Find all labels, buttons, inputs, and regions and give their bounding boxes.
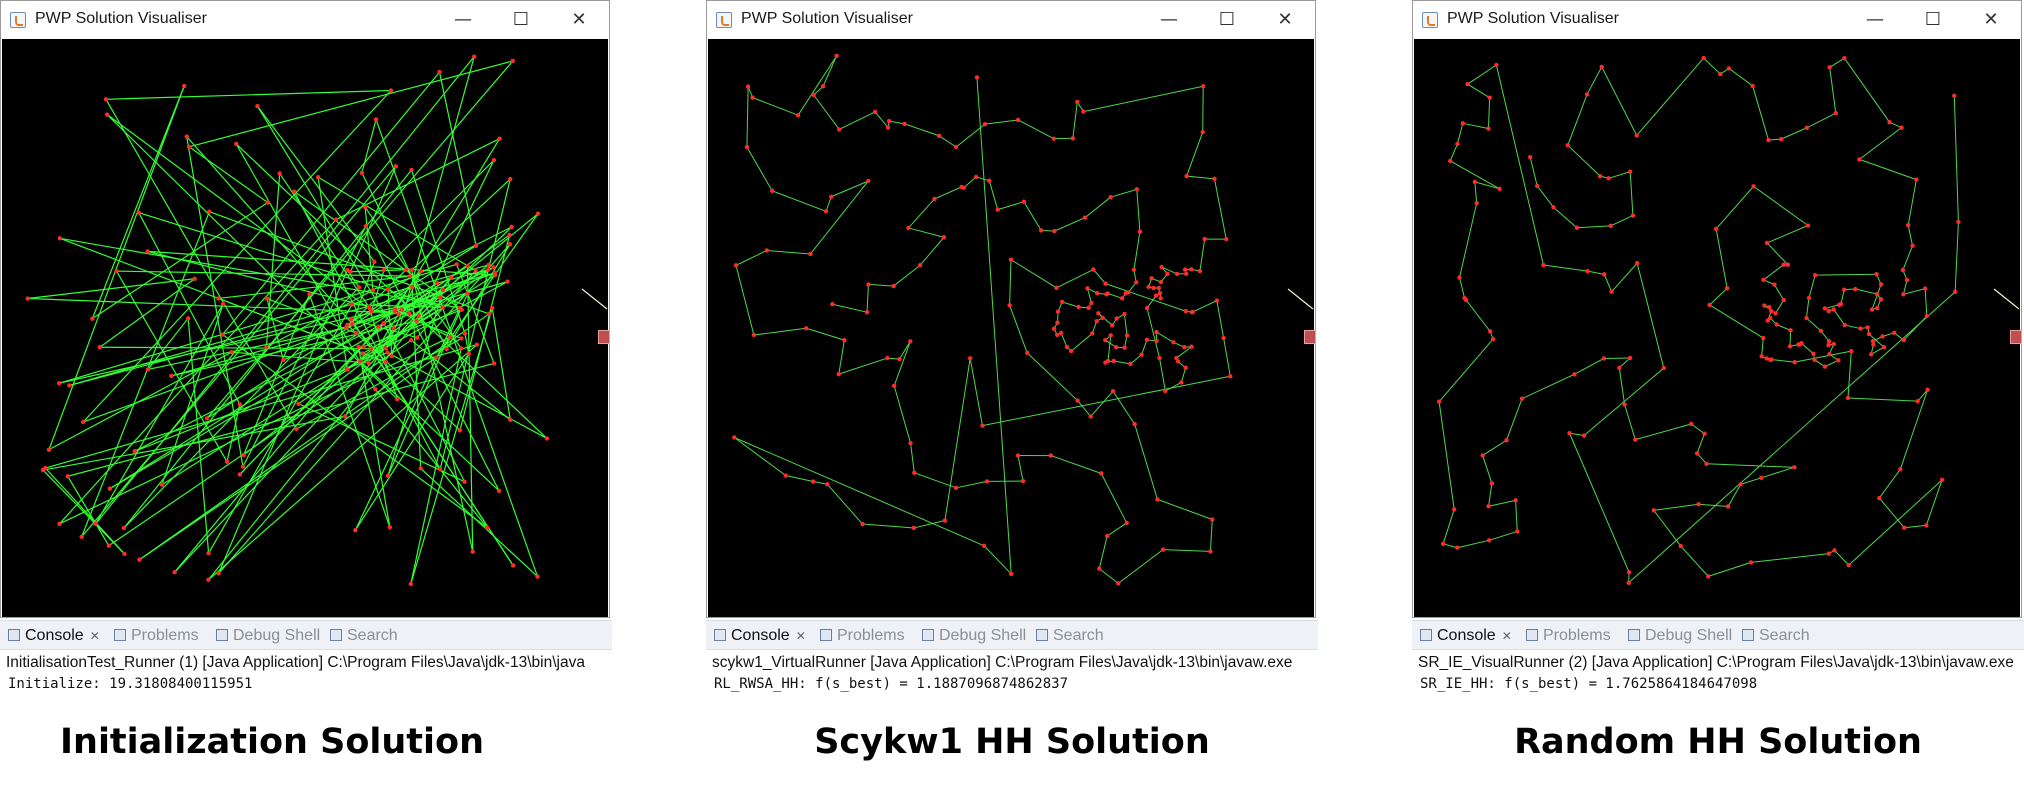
tab-label: Problems	[1543, 627, 1611, 644]
close-button[interactable]: ✕	[1971, 5, 2011, 35]
console-icon	[8, 629, 20, 641]
close-tab-icon[interactable]: ✕	[90, 629, 100, 643]
problems-icon	[1526, 629, 1538, 641]
close-tab-icon[interactable]: ✕	[1502, 629, 1512, 643]
route-plot	[732, 53, 1314, 586]
tab-label: Debug Shell	[939, 627, 1027, 644]
console-tabbar: Console ✕ Problems Debug Shell Search	[0, 620, 612, 650]
tab-label: Debug Shell	[233, 627, 321, 644]
tab-label: Console	[25, 627, 84, 644]
tab-label: Problems	[837, 627, 905, 644]
route-plot	[25, 54, 608, 587]
title-bar[interactable]: PWP Solution Visualiser — ☐ ✕	[707, 1, 1315, 39]
robot-icon	[1304, 330, 1316, 344]
console-tabbar: Console ✕ Problems Debug Shell Search	[706, 620, 1318, 650]
solution-canvas	[2, 39, 608, 617]
java-app-icon	[1422, 12, 1438, 28]
console-output-line: SR_IE_HH: f(s_best) = 1.7625864184647098	[1420, 676, 1758, 692]
console-view: Console ✕ Problems Debug Shell Search SR_…	[1412, 620, 2024, 702]
minimize-button[interactable]: —	[1855, 5, 1895, 35]
caption-initialization: Initialization Solution	[60, 722, 484, 762]
solution-canvas	[1414, 39, 2020, 617]
java-app-icon	[10, 12, 26, 28]
console-view: Console ✕ Problems Debug Shell Search scy…	[706, 620, 1318, 702]
robot-icon	[2010, 330, 2022, 344]
console-icon	[714, 629, 726, 641]
tab-label: Search	[347, 627, 398, 644]
console-launch-line: InitialisationTest_Runner (1) [Java Appl…	[6, 654, 585, 671]
debug-shell-icon	[216, 629, 228, 641]
console-icon	[1420, 629, 1432, 641]
visualiser-window: PWP Solution Visualiser — ☐ ✕	[1412, 0, 2022, 618]
java-app-icon	[716, 12, 732, 28]
tab-search[interactable]: Search	[330, 626, 398, 646]
solution-canvas	[708, 39, 1314, 617]
caption-random: Random HH Solution	[1514, 722, 1922, 762]
problems-icon	[114, 629, 126, 641]
tab-problems[interactable]: Problems	[820, 626, 905, 646]
close-tab-icon[interactable]: ✕	[796, 629, 806, 643]
window-title: PWP Solution Visualiser	[35, 10, 207, 27]
tab-label: Console	[731, 627, 790, 644]
tab-console[interactable]: Console ✕	[8, 626, 100, 646]
title-bar[interactable]: PWP Solution Visualiser — ☐ ✕	[1413, 1, 2021, 39]
tab-problems[interactable]: Problems	[1526, 626, 1611, 646]
maximize-button[interactable]: ☐	[501, 5, 541, 35]
search-icon	[1742, 629, 1754, 641]
tab-label: Search	[1759, 627, 1810, 644]
visualiser-window: PWP Solution Visualiser — ☐ ✕	[706, 0, 1316, 618]
maximize-button[interactable]: ☐	[1913, 5, 1953, 35]
title-bar[interactable]: PWP Solution Visualiser — ☐ ✕	[1, 1, 609, 39]
console-launch-line: SR_IE_VisualRunner (2) [Java Application…	[1418, 654, 2014, 671]
caption-scykw1: Scykw1 HH Solution	[814, 722, 1210, 762]
problems-icon	[820, 629, 832, 641]
console-output-line: RL_RWSA_HH: f(s_best) = 1.18870968748628…	[714, 676, 1069, 692]
console-tabbar: Console ✕ Problems Debug Shell Search	[1412, 620, 2024, 650]
minimize-button[interactable]: —	[443, 5, 483, 35]
search-icon	[1036, 629, 1048, 641]
search-icon	[330, 629, 342, 641]
route-plot	[1436, 55, 2020, 586]
window-title: PWP Solution Visualiser	[1447, 10, 1619, 27]
console-output-line: Initialize: 19.31808400115951	[8, 676, 253, 692]
tab-search[interactable]: Search	[1742, 626, 1810, 646]
window-title: PWP Solution Visualiser	[741, 10, 913, 27]
panel-initialization: PWP Solution Visualiser — ☐ ✕ Console ✕ P…	[0, 0, 612, 796]
tab-label: Console	[1437, 627, 1496, 644]
console-launch-line: scykw1_VirtualRunner [Java Application] …	[712, 654, 1293, 671]
close-button[interactable]: ✕	[1265, 5, 1305, 35]
console-view: Console ✕ Problems Debug Shell Search Ini…	[0, 620, 612, 702]
close-button[interactable]: ✕	[559, 5, 599, 35]
maximize-button[interactable]: ☐	[1207, 5, 1247, 35]
visualiser-window: PWP Solution Visualiser — ☐ ✕	[0, 0, 610, 618]
tab-problems[interactable]: Problems	[114, 626, 199, 646]
debug-shell-icon	[922, 629, 934, 641]
panel-scykw1: PWP Solution Visualiser — ☐ ✕ Console ✕ P…	[706, 0, 1318, 796]
tab-search[interactable]: Search	[1036, 626, 1104, 646]
tab-label: Problems	[131, 627, 199, 644]
robot-icon	[598, 330, 610, 344]
tab-label: Search	[1053, 627, 1104, 644]
tab-console[interactable]: Console ✕	[714, 626, 806, 646]
tab-debug-shell[interactable]: Debug Shell	[1628, 626, 1732, 646]
tab-console[interactable]: Console ✕	[1420, 626, 1512, 646]
tab-debug-shell[interactable]: Debug Shell	[216, 626, 320, 646]
tab-debug-shell[interactable]: Debug Shell	[922, 626, 1026, 646]
panel-random: PWP Solution Visualiser — ☐ ✕ Console ✕ P…	[1412, 0, 2024, 796]
debug-shell-icon	[1628, 629, 1640, 641]
minimize-button[interactable]: —	[1149, 5, 1189, 35]
tab-label: Debug Shell	[1645, 627, 1733, 644]
